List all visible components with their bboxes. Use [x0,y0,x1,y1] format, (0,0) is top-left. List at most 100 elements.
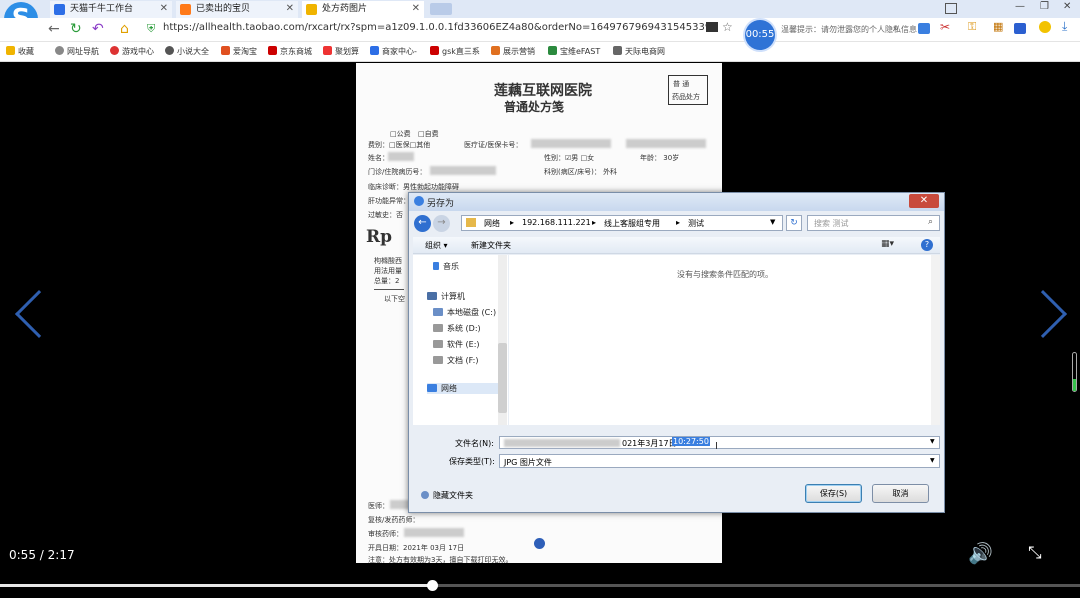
star-icon[interactable]: ☆ [722,20,733,34]
scissors-icon[interactable]: ✂ [940,20,950,34]
save-as-dialog: 另存为 ✕ ← → 网络 ▸ 192.168.111.221 ▸ 线上客服组专用… [408,192,945,513]
filename-label: 文件名(N): [455,439,494,448]
search-icon[interactable]: ⌕ [928,217,933,227]
qr-icon[interactable] [706,22,718,32]
physician-label: 医师： [368,502,389,510]
bookmark-item[interactable]: 展示营销 [491,46,535,57]
bookmark-item[interactable]: 商家中心- [370,46,417,57]
nav-item-drive-e[interactable]: 软件 (E:) [433,339,480,350]
save-button[interactable]: 保存(S) [805,484,862,503]
prev-image-arrow[interactable] [14,289,64,339]
bookmark-item[interactable]: 天际电商网 [613,46,665,57]
stamp-dot [534,538,545,549]
bookmark-favorites[interactable]: 收藏 [6,46,34,57]
nav-item-drive-d[interactable]: 系统 (D:) [433,323,481,334]
close-tab-icon[interactable]: ✕ [412,1,420,17]
breadcrumb[interactable]: 网络 ▸ 192.168.111.221 ▸ 线上客服组专用 ▸ 测试 ▼ [461,215,783,231]
nav-item-drive-c[interactable]: 本地磁盘 (C:) [433,307,496,318]
filename-selection: 10:27:50 [672,437,710,446]
nav-item-computer[interactable]: 计算机 [427,291,465,302]
url-text[interactable]: https://allhealth.taobao.com/rxcart/rx?s… [163,22,711,33]
chevron-down-icon[interactable]: ▼ [930,438,935,445]
gender-label: 性别：☑男 □女 [544,154,595,162]
help-icon[interactable]: ? [921,239,933,251]
nav-scrollbar-thumb[interactable] [498,343,507,413]
window-menu-icon[interactable] [945,3,957,14]
undo-icon[interactable]: ↶ [92,21,104,37]
bookmark-item[interactable]: 网址导航 [55,46,99,57]
key-icon[interactable]: ⚿ [968,20,976,34]
minimize-icon[interactable]: — [1015,1,1025,12]
bookmark-item[interactable]: 小说大全 [165,46,209,57]
file-list[interactable]: 没有与搜索条件匹配的项。 [509,255,940,425]
progress-knob[interactable] [427,580,438,591]
bookmark-item[interactable]: 宝维eFAST [548,46,600,57]
tab-sold-items[interactable]: 已卖出的宝贝 ✕ [176,1,298,18]
rp-mark: Rp [366,227,393,247]
close-tab-icon[interactable]: ✕ [160,1,168,17]
dialog-title-bar[interactable]: 另存为 ✕ [409,193,944,211]
fee-public: □公费 [390,130,411,138]
bookmark-item[interactable]: 游戏中心 [110,46,154,57]
bookmark-item[interactable]: 京东商城 [268,46,312,57]
insurance-card-label: 医疗证/医保卡号： [464,141,523,149]
drug-name: 枸橼酸西 [374,257,402,265]
bookmark-item[interactable]: 爱淘宝 [221,46,257,57]
restore-icon[interactable]: ❐ [1040,1,1049,12]
playback-time: 0:55 / 2:17 [9,548,75,562]
dialog-toolbar: 组织 ▾ 新建文件夹 ▦▾ ? [413,237,940,254]
allergy-label: 过敏史：否 [368,211,403,219]
filename-input[interactable]: 021年3月17日 10:27:50 ▼ [499,436,940,449]
blank-below: 以下空 [384,295,405,303]
nav-item-music[interactable]: 音乐 [433,261,459,272]
nav-item-drive-f[interactable]: 文档 (F:) [433,355,478,366]
chevron-down-icon[interactable]: ▼ [770,218,775,226]
cancel-button[interactable]: 取消 [872,484,929,503]
home-icon[interactable]: ⌂ [120,21,129,37]
game-icon[interactable]: ▦ [993,20,1003,33]
emoji-icon[interactable] [1039,21,1051,33]
word-icon[interactable] [1014,23,1026,34]
forward-icon[interactable]: → [433,215,450,232]
breadcrumb-item[interactable]: 192.168.111.221 [522,218,591,227]
tab-label: 已卖出的宝贝 [196,4,251,14]
volume-icon[interactable]: 🔊 [968,541,993,565]
close-tab-icon[interactable]: ✕ [286,1,294,17]
tab-qianniu[interactable]: 天猫千牛工作台 ✕ [50,1,172,18]
search-icon[interactable]: ⌕ [893,21,899,35]
back-icon[interactable]: ← [414,215,431,232]
zoom-slider[interactable] [1072,352,1077,392]
file-list-scrollbar[interactable] [931,255,940,425]
breadcrumb-item[interactable]: 线上客服组专用 [604,218,660,229]
download-icon[interactable]: ⤓ [1062,19,1067,34]
collapse-icon[interactable] [421,491,429,499]
chevron-down-icon[interactable]: ▼ [930,457,935,464]
exit-fullscreen-icon[interactable]: ⤡ [1028,543,1042,563]
secure-shield-icon: ⛨ [147,22,156,35]
filetype-select[interactable]: JPG 图片文件 ▼ [499,454,940,468]
tab-prescription[interactable]: 处方药图片 ✕ [302,1,424,18]
hide-folders-button[interactable]: 隐藏文件夹 [433,490,473,501]
organize-button[interactable]: 组织 ▾ [425,240,448,251]
address-bar: ← ↻ ↶ ⌂ ⛨ https://allhealth.taobao.com/r… [0,18,1080,42]
bookmark-item[interactable]: gsk直三系 [430,46,480,57]
extension-icon[interactable] [918,23,930,34]
empty-message: 没有与搜索条件匹配的项。 [677,270,773,279]
nav-item-network[interactable]: 网络 [427,383,507,394]
view-options-icon[interactable]: ▦▾ [881,239,894,249]
refresh-icon[interactable]: ↻ [786,215,802,231]
new-tab-button[interactable] [430,3,452,15]
dialog-close-button[interactable]: ✕ [909,194,939,208]
breadcrumb-item[interactable]: 网络 [484,218,500,229]
tab-label: 处方药图片 [322,4,368,14]
next-image-arrow[interactable] [1018,289,1068,339]
bookmark-item[interactable]: 聚划算 [323,46,359,57]
close-window-icon[interactable]: ✕ [1063,1,1071,12]
search-input[interactable]: 搜索 测试 ⌕ [807,215,940,231]
dispensing-pharmacist-label: 复核/发药药师： [368,516,420,524]
refresh-icon[interactable]: ↻ [70,21,82,37]
breadcrumb-item[interactable]: 测试 [688,218,704,229]
record-number-label: 门诊/住院病历号： [368,168,427,176]
back-icon[interactable]: ← [48,21,60,37]
new-folder-button[interactable]: 新建文件夹 [471,240,511,251]
